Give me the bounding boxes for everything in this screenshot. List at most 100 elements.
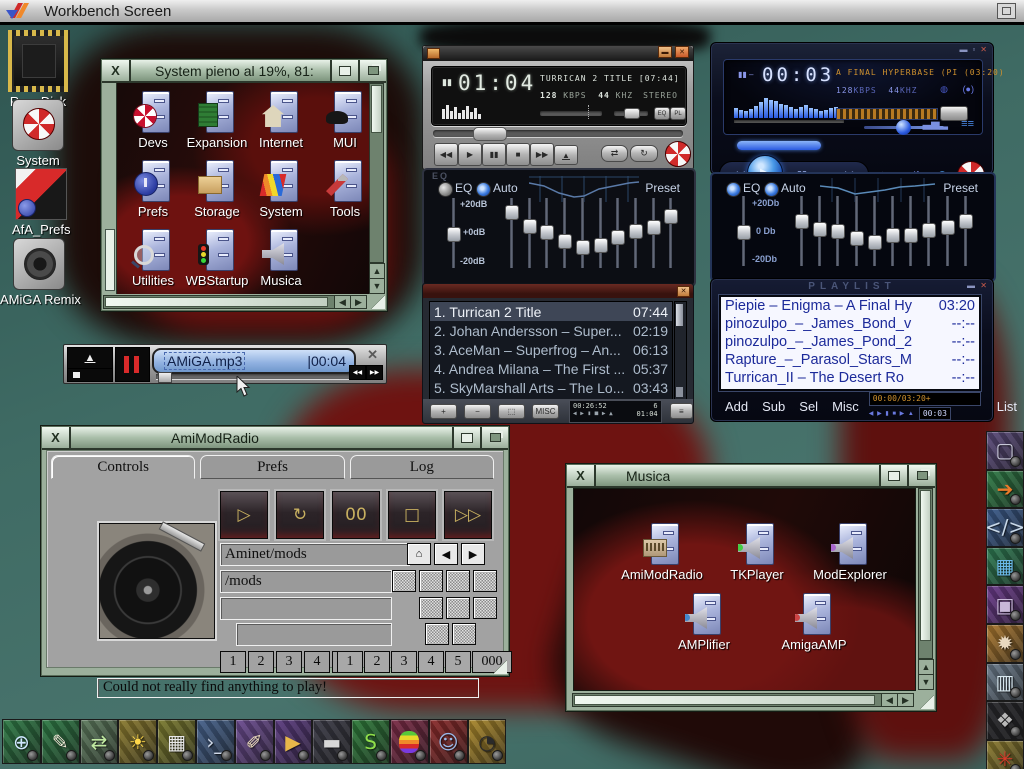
slider-knob[interactable] xyxy=(850,231,864,246)
stop-button[interactable] xyxy=(67,368,113,382)
system-window-titlebar[interactable]: X System pieno al 19%, 81: xyxy=(102,60,386,83)
mini-seek-knob[interactable] xyxy=(158,372,172,383)
nav-back-button[interactable]: ◀ xyxy=(434,543,458,565)
scroll-left-arrow[interactable]: ◀ xyxy=(881,693,898,707)
preset-label[interactable]: Preset xyxy=(943,181,978,195)
minimize-icon[interactable]: ▬ xyxy=(959,45,967,54)
scroll-right-arrow[interactable]: ▶ xyxy=(897,693,914,707)
slider-knob[interactable] xyxy=(594,238,608,253)
preset-label[interactable]: Preset xyxy=(645,181,680,195)
slider-knob[interactable] xyxy=(886,228,900,243)
desktop-icon-amiga-remix[interactable]: AMiGA Remix xyxy=(0,238,78,307)
drawer-icon-amimodradio[interactable]: AmiModRadio xyxy=(614,523,710,582)
remove-button[interactable]: − xyxy=(464,404,491,419)
misc-button[interactable]: MISC xyxy=(532,404,559,419)
slider-knob[interactable] xyxy=(868,235,882,250)
close-icon[interactable]: X xyxy=(102,60,131,81)
scroll-up-arrow[interactable]: ▲ xyxy=(918,659,934,675)
dock-item-gnome-screen[interactable]: ❖ xyxy=(986,701,1024,740)
add-button[interactable]: Add xyxy=(725,399,748,414)
eq-band-slider-1[interactable] xyxy=(795,196,807,266)
drawer-icon-tools[interactable]: Tools xyxy=(313,160,370,219)
amr-refresh-button[interactable]: ↻ xyxy=(276,491,324,539)
eq-radio[interactable] xyxy=(726,182,741,197)
add-button[interactable]: + xyxy=(430,404,457,419)
module-field[interactable] xyxy=(236,623,392,646)
vertical-scrollbar[interactable] xyxy=(369,83,384,263)
tab-controls[interactable]: Controls xyxy=(51,455,195,479)
slider-knob[interactable] xyxy=(904,228,918,243)
desktop-icon-afa-prefs[interactable]: AfA_Prefs xyxy=(12,168,70,237)
horizontal-scrollbar[interactable] xyxy=(103,295,335,309)
screen-titlebar[interactable]: Workbench Screen xyxy=(0,0,1024,25)
dither-button[interactable] xyxy=(392,570,416,592)
amr-pause-button[interactable]: 00 xyxy=(332,491,380,539)
slider-knob[interactable] xyxy=(505,205,519,220)
drawer-icon-storage[interactable]: Storage xyxy=(185,160,249,219)
drawer-icon-utilities[interactable]: Utilities xyxy=(121,229,185,288)
window-left-slot[interactable] xyxy=(105,229,115,291)
eq-band-slider-6[interactable] xyxy=(886,196,898,266)
eq-band-slider-10[interactable] xyxy=(959,196,971,266)
analyzer-mode-icon[interactable]: ▃▅▂ xyxy=(923,117,948,130)
mini-transport-icons[interactable]: ◀ ▶ ▮ ■ ▶ ▲ xyxy=(869,410,915,417)
dither-button[interactable] xyxy=(473,597,497,619)
sub-button[interactable]: Sub xyxy=(762,399,785,414)
dock-item-backup-disk[interactable]: ☀ xyxy=(118,719,157,764)
dither-button[interactable] xyxy=(425,623,449,645)
eq-band-slider-7[interactable] xyxy=(611,198,623,268)
dock-item-shell[interactable]: ›_ xyxy=(196,719,235,764)
slider-knob[interactable] xyxy=(813,222,827,237)
drawer-icon-amplifier[interactable]: AMPlifier xyxy=(656,593,752,652)
slider-knob[interactable] xyxy=(647,220,661,235)
close-icon[interactable]: ✕ xyxy=(980,45,987,54)
amr-forward-button[interactable]: ▷▷ xyxy=(444,491,492,539)
depth-button[interactable] xyxy=(358,60,386,81)
dock-item-video[interactable]: ▬ xyxy=(312,719,351,764)
eq-band-slider-5[interactable] xyxy=(576,198,588,268)
playlist-row[interactable]: Rapture_–_Parasol_Stars_M--:-- xyxy=(721,351,979,369)
dither-button[interactable] xyxy=(419,570,443,592)
dither-button[interactable] xyxy=(452,623,476,645)
drawer-icon-modexplorer[interactable]: ModExplorer xyxy=(802,523,898,582)
horizontal-scrollbar[interactable] xyxy=(572,693,882,707)
close-icon[interactable]: X xyxy=(567,465,596,486)
drawer-icon-tkplayer[interactable]: TKPlayer xyxy=(709,523,805,582)
dock-item-virus-ball[interactable]: ✳ xyxy=(986,740,1024,769)
slider-knob[interactable] xyxy=(922,223,936,238)
playlist-row[interactable]: 5. SkyMarshall Arts – The Lo...03:43 xyxy=(430,378,672,397)
eq-band-slider-9[interactable] xyxy=(647,198,659,268)
playlist-row[interactable]: pinozulpo_–_James_Bond_v--:-- xyxy=(721,315,979,333)
slider-knob[interactable] xyxy=(611,230,625,245)
transport-prev-button[interactable]: ◀◀ xyxy=(434,143,458,166)
drawer-icon-internet[interactable]: Internet xyxy=(249,91,313,150)
playlist-row[interactable]: Piepie – Enigma – A Final Hy03:20 xyxy=(721,297,979,315)
next-button[interactable]: ▶▶ xyxy=(366,365,383,380)
zoom-icon[interactable]: ▫ xyxy=(972,45,975,54)
eject-button[interactable]: ▲ xyxy=(67,347,113,369)
minimize-icon[interactable]: ▬ xyxy=(967,281,975,290)
eq-band-slider-3[interactable] xyxy=(831,196,843,266)
slider-knob[interactable] xyxy=(447,227,461,242)
slider-knob[interactable] xyxy=(629,224,643,239)
zoom-button[interactable] xyxy=(879,465,907,486)
dither-button[interactable] xyxy=(446,570,470,592)
slider-knob[interactable] xyxy=(831,224,845,239)
dock-item-file-transfer[interactable]: ⇄ xyxy=(80,719,119,764)
slider-knob[interactable] xyxy=(576,240,590,255)
seek-progress-pill[interactable] xyxy=(737,141,821,150)
nav-forward-button[interactable]: ▶ xyxy=(461,543,485,565)
aminet-path-field[interactable]: Aminet/mods xyxy=(220,543,410,566)
repeat-button[interactable]: ↻ xyxy=(630,145,658,162)
dock-item-microchip[interactable]: ▣ xyxy=(986,585,1024,624)
eq-band-slider-4[interactable] xyxy=(850,196,862,266)
volume-slider[interactable] xyxy=(540,111,602,116)
slider-knob[interactable] xyxy=(959,214,973,229)
desktop-icon-ram-disk[interactable]: Ram Disk xyxy=(8,30,68,109)
depth-button[interactable] xyxy=(907,465,935,486)
amr-stop-button[interactable]: □ xyxy=(388,491,436,539)
playlist-row[interactable]: 2. Johan Andersson – Super...02:19 xyxy=(430,321,672,340)
dotted-counter-3[interactable]: 3 xyxy=(276,651,302,673)
playlist-row[interactable]: 1. Turrican 2 Title07:44 xyxy=(430,302,672,321)
drawer-icon-wbstartup[interactable]: WBStartup xyxy=(185,229,249,288)
